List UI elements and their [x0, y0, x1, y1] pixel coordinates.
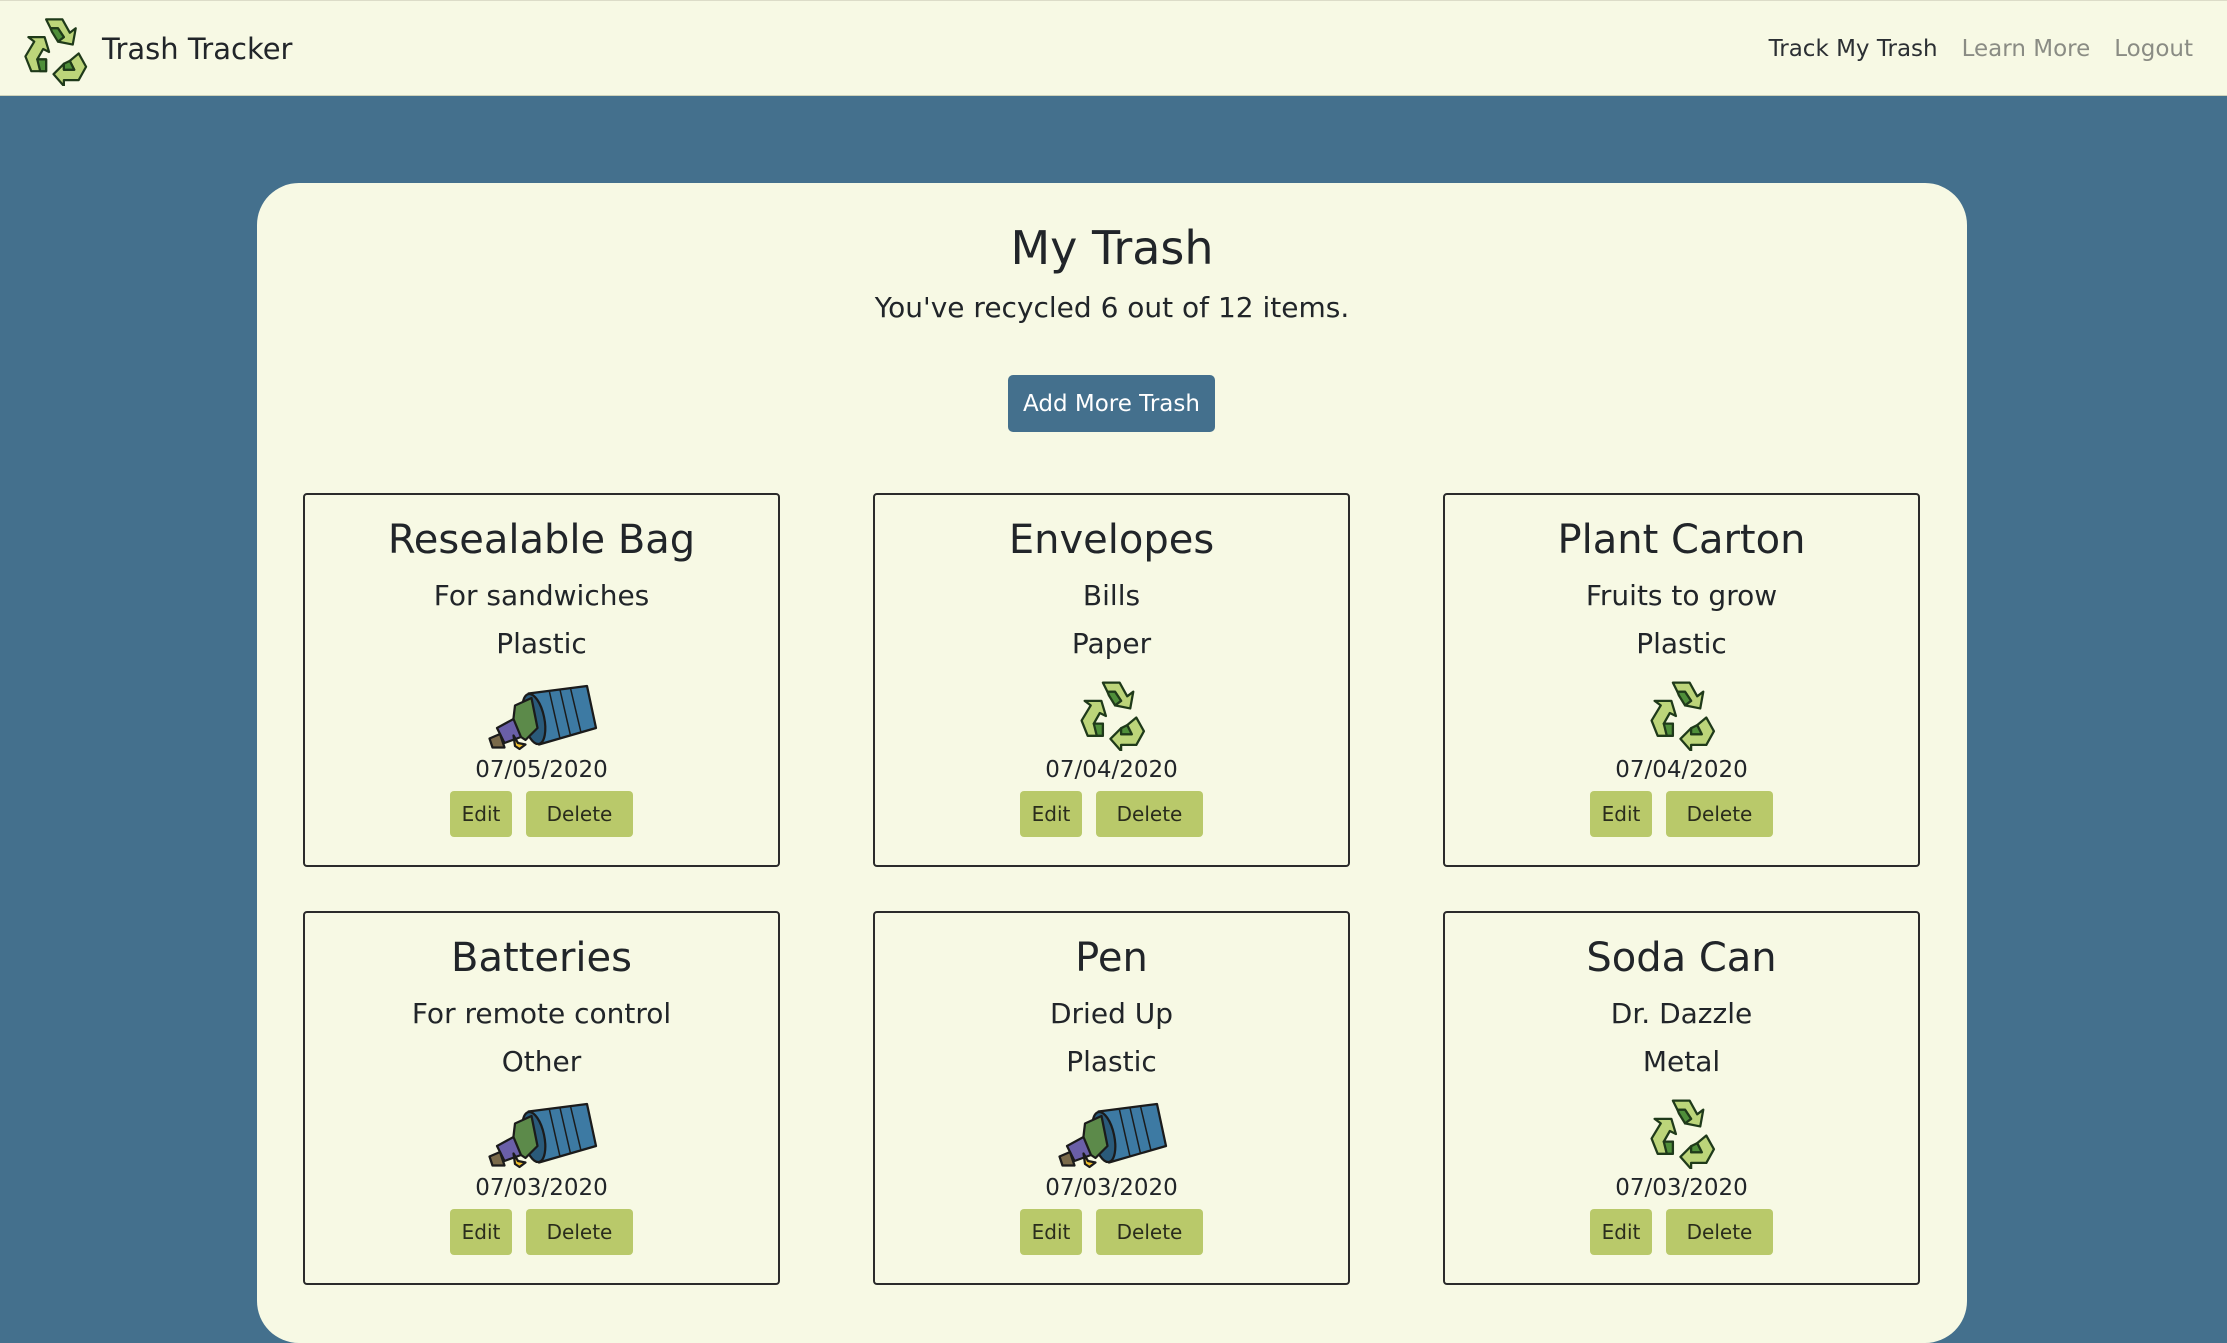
item-description: Bills: [1082, 579, 1141, 612]
brand-link[interactable]: Trash Tracker: [18, 11, 292, 87]
recycle-icon: [1622, 675, 1742, 751]
trash-grid: Resealable Bag For sandwiches Plastic 07…: [303, 493, 1921, 1285]
trash-card: Batteries For remote control Other 07/03…: [303, 911, 780, 1285]
item-type: Metal: [1642, 1045, 1721, 1078]
item-description: For sandwiches: [433, 579, 650, 612]
item-date: 07/03/2020: [1045, 1175, 1178, 1201]
nav-learn-more[interactable]: Learn More: [1962, 36, 2091, 62]
trash-can-icon: [482, 675, 602, 751]
item-name: Soda Can: [1586, 935, 1777, 981]
item-type: Plastic: [1066, 1045, 1157, 1078]
delete-button[interactable]: Delete: [1096, 1209, 1203, 1255]
item-name: Envelopes: [1008, 517, 1215, 563]
edit-button[interactable]: Edit: [1590, 1209, 1652, 1255]
item-actions: Edit Delete: [1445, 791, 1918, 837]
item-date: 07/03/2020: [1615, 1175, 1748, 1201]
item-name: Pen: [1075, 935, 1148, 981]
delete-button[interactable]: Delete: [1666, 1209, 1773, 1255]
recycle-summary: You've recycled 6 out of 12 items.: [874, 291, 1350, 324]
recycle-icon: [18, 12, 92, 86]
item-type: Plastic: [1636, 627, 1727, 660]
nav-logout[interactable]: Logout: [2114, 36, 2193, 62]
edit-button[interactable]: Edit: [1590, 791, 1652, 837]
item-date: 07/03/2020: [475, 1175, 608, 1201]
item-description: Fruits to grow: [1585, 579, 1778, 612]
trash-card: Pen Dried Up Plastic 07/03/2020 Edit Del…: [873, 911, 1350, 1285]
trash-card: Resealable Bag For sandwiches Plastic 07…: [303, 493, 780, 867]
item-type: Other: [501, 1045, 582, 1078]
delete-button[interactable]: Delete: [526, 1209, 633, 1255]
navbar: Trash Tracker Track My Trash Learn More …: [0, 0, 2227, 96]
brand-name: Trash Tracker: [102, 32, 293, 66]
item-actions: Edit Delete: [1445, 1209, 1918, 1255]
item-description: Dried Up: [1049, 997, 1174, 1030]
item-description: For remote control: [411, 997, 672, 1030]
nav-track-my-trash[interactable]: Track My Trash: [1769, 36, 1938, 62]
item-date: 07/05/2020: [475, 757, 608, 783]
item-date: 07/04/2020: [1615, 757, 1748, 783]
edit-button[interactable]: Edit: [450, 791, 512, 837]
add-more-trash-button[interactable]: Add More Trash: [1008, 375, 1215, 432]
main-card: My Trash You've recycled 6 out of 12 ite…: [257, 183, 1967, 1343]
delete-button[interactable]: Delete: [526, 791, 633, 837]
item-name: Resealable Bag: [387, 517, 696, 563]
item-actions: Edit Delete: [875, 1209, 1348, 1255]
edit-button[interactable]: Edit: [1020, 791, 1082, 837]
delete-button[interactable]: Delete: [1666, 791, 1773, 837]
edit-button[interactable]: Edit: [1020, 1209, 1082, 1255]
item-name: Batteries: [451, 935, 632, 981]
trash-can-icon: [482, 1093, 602, 1169]
trash-card: Soda Can Dr. Dazzle Metal 07/03/2020 Edi…: [1443, 911, 1920, 1285]
trash-card: Envelopes Bills Paper 07/04/2020 Edit De…: [873, 493, 1350, 867]
recycle-icon: [1622, 1093, 1742, 1169]
item-description: Dr. Dazzle: [1610, 997, 1753, 1030]
item-actions: Edit Delete: [305, 1209, 778, 1255]
item-actions: Edit Delete: [875, 791, 1348, 837]
edit-button[interactable]: Edit: [450, 1209, 512, 1255]
nav-links: Track My Trash Learn More Logout: [1769, 1, 2193, 97]
delete-button[interactable]: Delete: [1096, 791, 1203, 837]
item-name: Plant Carton: [1557, 517, 1806, 563]
item-type: Paper: [1071, 627, 1152, 660]
trash-card: Plant Carton Fruits to grow Plastic 07/0…: [1443, 493, 1920, 867]
item-actions: Edit Delete: [305, 791, 778, 837]
recycle-icon: [1052, 675, 1172, 751]
item-date: 07/04/2020: [1045, 757, 1178, 783]
trash-can-icon: [1052, 1093, 1172, 1169]
page-title: My Trash: [1010, 221, 1214, 275]
item-type: Plastic: [496, 627, 587, 660]
